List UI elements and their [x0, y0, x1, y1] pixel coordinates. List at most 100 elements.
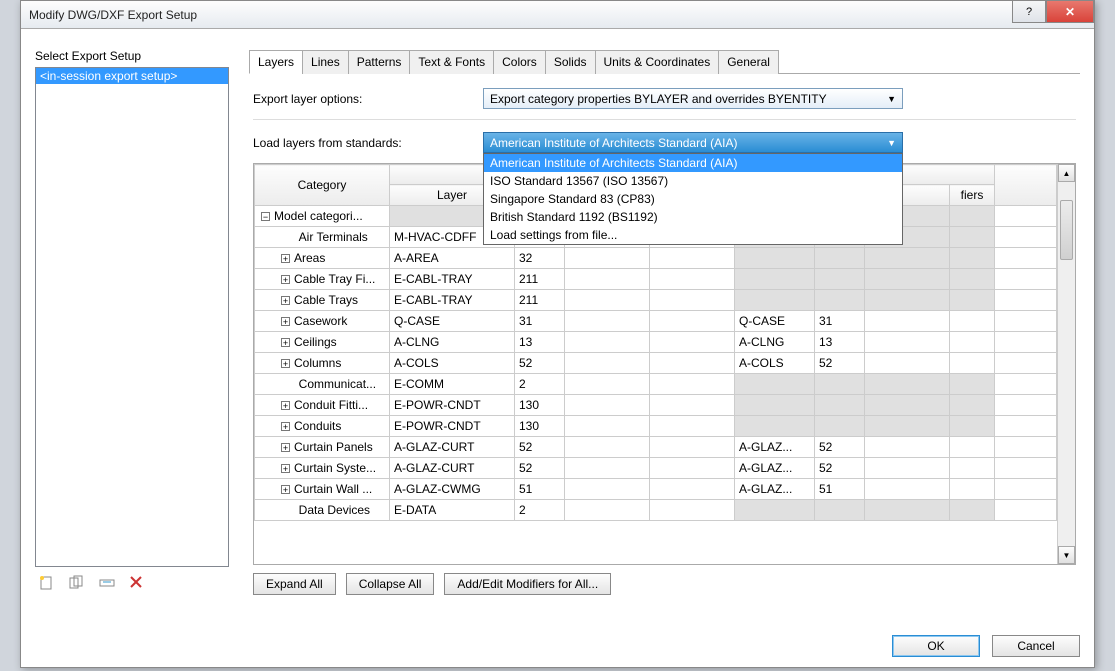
- table-cell[interactable]: [735, 416, 815, 437]
- ok-button[interactable]: OK: [892, 635, 980, 657]
- standards-dropdown[interactable]: American Institute of Architects Standar…: [483, 153, 903, 245]
- table-cell[interactable]: [865, 353, 950, 374]
- table-cell[interactable]: [950, 374, 995, 395]
- table-cell[interactable]: [650, 269, 735, 290]
- table-cell[interactable]: A-AREA: [390, 248, 515, 269]
- table-row[interactable]: Data DevicesE-DATA2: [255, 500, 1057, 521]
- table-row[interactable]: +Curtain PanelsA-GLAZ-CURT52A-GLAZ...52: [255, 437, 1057, 458]
- table-row[interactable]: +ConduitsE-POWR-CNDT130: [255, 416, 1057, 437]
- table-cell[interactable]: [950, 290, 995, 311]
- table-cell[interactable]: 211: [515, 290, 565, 311]
- table-cell[interactable]: [565, 290, 650, 311]
- table-row[interactable]: +AreasA-AREA32: [255, 248, 1057, 269]
- table-cell[interactable]: [650, 500, 735, 521]
- scroll-up-icon[interactable]: ▲: [1058, 164, 1075, 182]
- table-cell[interactable]: 2: [515, 500, 565, 521]
- plus-icon[interactable]: +: [281, 317, 290, 326]
- table-cell[interactable]: [735, 290, 815, 311]
- tab-units[interactable]: Units & Coordinates: [595, 50, 720, 74]
- table-row[interactable]: Communicat...E-COMM2: [255, 374, 1057, 395]
- table-cell[interactable]: E-POWR-CNDT: [390, 395, 515, 416]
- table-cell[interactable]: [865, 479, 950, 500]
- table-cell[interactable]: [565, 395, 650, 416]
- table-cell[interactable]: E-CABL-TRAY: [390, 290, 515, 311]
- table-cell[interactable]: [565, 458, 650, 479]
- export-options-combo[interactable]: Export category properties BYLAYER and o…: [483, 88, 903, 109]
- table-cell[interactable]: 52: [515, 458, 565, 479]
- table-cell[interactable]: [565, 479, 650, 500]
- table-cell[interactable]: 52: [815, 437, 865, 458]
- table-cell[interactable]: A-COLS: [390, 353, 515, 374]
- table-cell[interactable]: [815, 269, 865, 290]
- table-cell[interactable]: A-GLAZ-CURT: [390, 458, 515, 479]
- tab-colors[interactable]: Colors: [493, 50, 546, 74]
- table-cell[interactable]: [650, 395, 735, 416]
- table-cell[interactable]: [650, 248, 735, 269]
- table-row[interactable]: +Conduit Fitti...E-POWR-CNDT130: [255, 395, 1057, 416]
- table-cell[interactable]: [565, 374, 650, 395]
- table-cell[interactable]: E-CABL-TRAY: [390, 269, 515, 290]
- plus-icon[interactable]: +: [281, 485, 290, 494]
- dropdown-option[interactable]: British Standard 1192 (BS1192): [484, 208, 902, 226]
- table-cell[interactable]: [950, 500, 995, 521]
- table-cell[interactable]: 13: [515, 332, 565, 353]
- table-cell[interactable]: 130: [515, 416, 565, 437]
- plus-icon[interactable]: +: [281, 401, 290, 410]
- plus-icon[interactable]: +: [281, 254, 290, 263]
- table-cell[interactable]: [565, 332, 650, 353]
- table-cell[interactable]: 52: [515, 437, 565, 458]
- tab-general[interactable]: General: [718, 50, 779, 74]
- table-cell[interactable]: E-POWR-CNDT: [390, 416, 515, 437]
- table-cell[interactable]: [865, 332, 950, 353]
- table-cell[interactable]: [865, 269, 950, 290]
- cancel-button[interactable]: Cancel: [992, 635, 1080, 657]
- table-cell[interactable]: [565, 416, 650, 437]
- table-cell[interactable]: [950, 269, 995, 290]
- table-cell[interactable]: [565, 500, 650, 521]
- table-cell[interactable]: [865, 437, 950, 458]
- rename-setup-icon[interactable]: [99, 575, 115, 591]
- table-cell[interactable]: A-GLAZ-CWMG: [390, 479, 515, 500]
- table-cell[interactable]: [650, 479, 735, 500]
- expand-all-button[interactable]: Expand All: [253, 573, 336, 595]
- plus-icon[interactable]: +: [281, 464, 290, 473]
- table-cell[interactable]: [950, 332, 995, 353]
- table-cell[interactable]: 13: [815, 332, 865, 353]
- table-cell[interactable]: [650, 458, 735, 479]
- table-cell[interactable]: [865, 395, 950, 416]
- table-cell[interactable]: E-COMM: [390, 374, 515, 395]
- dropdown-option[interactable]: Singapore Standard 83 (CP83): [484, 190, 902, 208]
- title-bar[interactable]: Modify DWG/DXF Export Setup ? ✕: [21, 1, 1094, 29]
- table-cell[interactable]: [865, 374, 950, 395]
- table-cell[interactable]: [650, 416, 735, 437]
- table-cell[interactable]: A-GLAZ...: [735, 437, 815, 458]
- table-cell[interactable]: [735, 395, 815, 416]
- table-cell[interactable]: [950, 248, 995, 269]
- help-button[interactable]: ?: [1012, 1, 1046, 23]
- col-modifiers[interactable]: fiers: [950, 185, 995, 206]
- export-setup-item[interactable]: <in-session export setup>: [36, 68, 228, 84]
- table-cell[interactable]: 130: [515, 395, 565, 416]
- scroll-down-icon[interactable]: ▼: [1058, 546, 1075, 564]
- table-row[interactable]: +Curtain Syste...A-GLAZ-CURT52A-GLAZ...5…: [255, 458, 1057, 479]
- add-edit-modifiers-button[interactable]: Add/Edit Modifiers for All...: [444, 573, 611, 595]
- table-cell[interactable]: [735, 248, 815, 269]
- table-cell[interactable]: 52: [815, 353, 865, 374]
- duplicate-setup-icon[interactable]: [69, 575, 85, 591]
- table-cell[interactable]: Q-CASE: [735, 311, 815, 332]
- table-cell[interactable]: [950, 416, 995, 437]
- table-cell[interactable]: A-GLAZ...: [735, 479, 815, 500]
- table-cell[interactable]: 31: [515, 311, 565, 332]
- plus-icon[interactable]: +: [281, 359, 290, 368]
- table-cell[interactable]: [735, 500, 815, 521]
- table-row[interactable]: +Cable Tray Fi...E-CABL-TRAY211: [255, 269, 1057, 290]
- table-cell[interactable]: [950, 479, 995, 500]
- table-cell[interactable]: [950, 395, 995, 416]
- table-cell[interactable]: [865, 248, 950, 269]
- table-row[interactable]: +Curtain Wall ...A-GLAZ-CWMG51A-GLAZ...5…: [255, 479, 1057, 500]
- dropdown-option[interactable]: ISO Standard 13567 (ISO 13567): [484, 172, 902, 190]
- table-cell[interactable]: [865, 416, 950, 437]
- table-cell[interactable]: [565, 437, 650, 458]
- plus-icon[interactable]: +: [281, 275, 290, 284]
- table-cell[interactable]: A-COLS: [735, 353, 815, 374]
